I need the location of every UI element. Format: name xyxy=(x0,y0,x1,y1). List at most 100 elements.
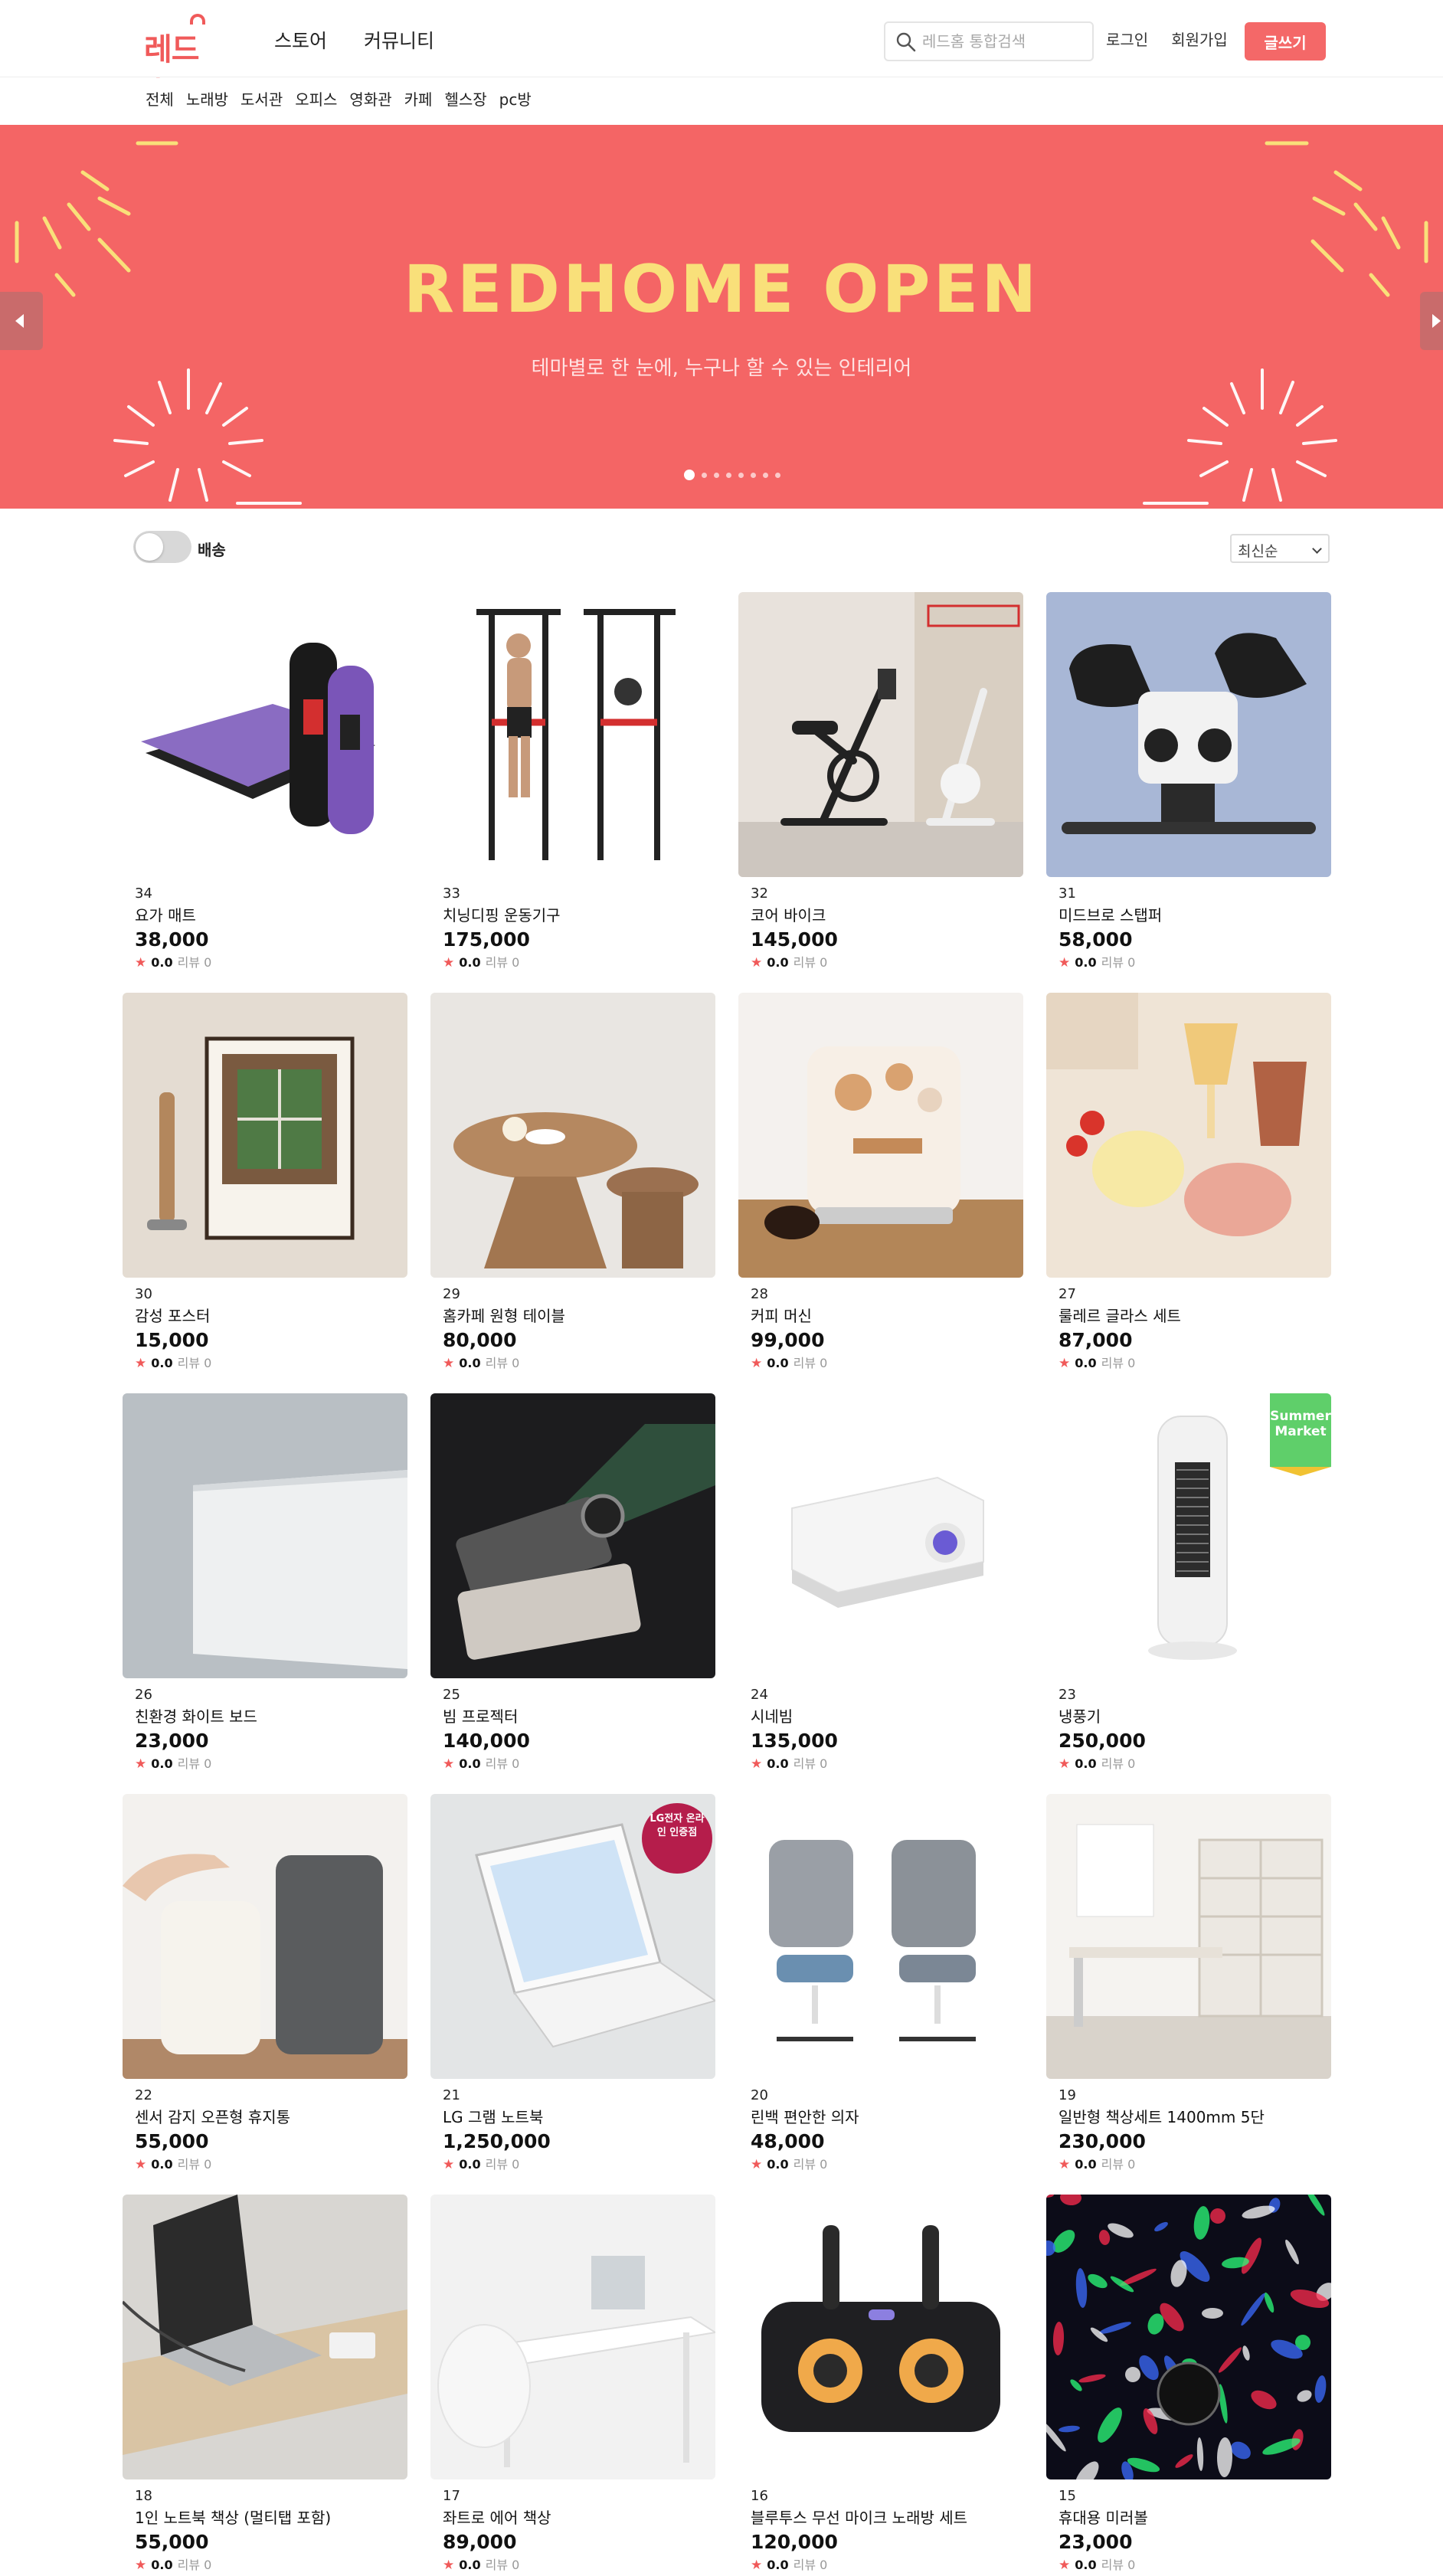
product-name[interactable]: 커피 머신 xyxy=(751,1304,1019,1327)
category-office[interactable]: 오피스 xyxy=(295,87,337,110)
product-name[interactable]: 시네빔 xyxy=(751,1705,1019,1728)
product-image-air-cooler[interactable]: Summer Market xyxy=(1046,1393,1331,1678)
product-card[interactable]: LG전자 온라인 인증점 21 LG 그램 노트북 1,250,000 ★ 0.… xyxy=(430,1794,715,2172)
product-card[interactable]: 16 블루투스 무선 마이크 노래방 세트 120,000 ★ 0.0 리뷰 0 xyxy=(738,2195,1023,2573)
product-name[interactable]: 치닝디핑 운동기구 xyxy=(443,904,711,927)
banner-dot[interactable] xyxy=(684,470,695,480)
coffee-machine-icon xyxy=(738,993,1023,1278)
banner-dot[interactable] xyxy=(751,472,756,478)
category-cinema[interactable]: 영화관 xyxy=(349,87,391,110)
product-name[interactable]: 룰레르 글라스 세트 xyxy=(1059,1304,1327,1327)
product-meta: 21 LG 그램 노트북 1,250,000 ★ 0.0 리뷰 0 xyxy=(443,2086,711,2175)
hero-banner[interactable]: REDHOME OPEN 테마별로 한 눈에, 누구나 할 수 있는 인테리어 xyxy=(0,125,1443,509)
product-name[interactable]: 친환경 화이트 보드 xyxy=(135,1705,403,1728)
banner-dot[interactable] xyxy=(714,472,719,478)
product-image-cinebeam[interactable] xyxy=(738,1393,1023,1678)
product-name[interactable]: 냉풍기 xyxy=(1059,1705,1327,1728)
product-name[interactable]: 1인 노트북 책상 (멀티탭 포함) xyxy=(135,2506,403,2529)
product-image-poster[interactable] xyxy=(123,993,407,1278)
product-card[interactable]: 19 일반형 책상세트 1400mm 5단 230,000 ★ 0.0 리뷰 0 xyxy=(1046,1794,1331,2172)
banner-dot[interactable] xyxy=(763,472,768,478)
product-image-glass-set[interactable] xyxy=(1046,993,1331,1278)
category-pc-room[interactable]: pc방 xyxy=(499,87,532,110)
product-name[interactable]: 블루투스 무선 마이크 노래방 세트 xyxy=(751,2506,1019,2529)
banner-prev-button[interactable] xyxy=(0,292,43,350)
product-image-round-table[interactable] xyxy=(430,993,715,1278)
product-card[interactable]: 18 1인 노트북 책상 (멀티탭 포함) 55,000 ★ 0.0 리뷰 0 xyxy=(123,2195,407,2573)
product-card[interactable]: 17 좌트로 에어 책상 89,000 ★ 0.0 리뷰 0 xyxy=(430,2195,715,2573)
product-image-air-desk[interactable] xyxy=(430,2195,715,2479)
product-card[interactable]: Summer Market 23 냉풍기 250,000 ★ 0.0 리뷰 0 xyxy=(1046,1393,1331,1772)
review-count: 리뷰 0 xyxy=(177,1756,212,1771)
search-box[interactable] xyxy=(884,21,1094,61)
product-image-karaoke-speaker[interactable] xyxy=(738,2195,1023,2479)
category-cafe[interactable]: 카페 xyxy=(404,87,433,110)
product-image-sensor-bin[interactable] xyxy=(123,1794,407,2079)
product-name[interactable]: 코어 바이크 xyxy=(751,904,1019,927)
banner-dot[interactable] xyxy=(726,472,731,478)
product-card[interactable]: 26 친환경 화이트 보드 23,000 ★ 0.0 리뷰 0 xyxy=(123,1393,407,1772)
login-link[interactable]: 로그인 xyxy=(1106,28,1148,50)
product-card[interactable]: 15 휴대용 미러볼 23,000 ★ 0.0 리뷰 0 xyxy=(1046,2195,1331,2573)
product-name[interactable]: 린백 편안한 의자 xyxy=(751,2106,1019,2129)
product-name[interactable]: 휴대용 미러볼 xyxy=(1059,2506,1327,2529)
category-all[interactable]: 전체 xyxy=(146,87,174,110)
delivery-toggle[interactable] xyxy=(133,531,191,563)
star-icon: ★ xyxy=(1059,2558,1071,2573)
banner-dot[interactable] xyxy=(702,472,707,478)
product-name[interactable]: LG 그램 노트북 xyxy=(443,2106,711,2129)
nav-store[interactable]: 스토어 xyxy=(274,26,327,54)
banner-dot[interactable] xyxy=(738,472,744,478)
product-image-desk-set[interactable] xyxy=(1046,1794,1331,2079)
category-gym[interactable]: 헬스장 xyxy=(444,87,486,110)
product-image-yoga-mat[interactable] xyxy=(123,592,407,877)
product-name[interactable]: 감성 포스터 xyxy=(135,1304,403,1327)
rating-score: 0.0 xyxy=(1075,2558,1097,2572)
category-library[interactable]: 도서관 xyxy=(240,87,283,110)
nav-community[interactable]: 커뮤니티 xyxy=(364,26,434,54)
product-image-coffee-machine[interactable] xyxy=(738,993,1023,1278)
product-name[interactable]: 홈카페 원형 테이블 xyxy=(443,1304,711,1327)
product-image-stepper[interactable] xyxy=(1046,592,1331,877)
rating-score: 0.0 xyxy=(1075,2157,1097,2172)
product-rating: ★ 0.0 리뷰 0 xyxy=(443,1754,711,1774)
product-image-office-chair[interactable] xyxy=(738,1794,1023,2079)
product-name[interactable]: 일반형 책상세트 1400mm 5단 xyxy=(1059,2106,1327,2129)
signup-link[interactable]: 회원가입 xyxy=(1171,28,1228,50)
product-image-beam-projector[interactable] xyxy=(430,1393,715,1678)
product-name[interactable]: 요가 매트 xyxy=(135,904,403,927)
product-card[interactable]: 25 빔 프로젝터 140,000 ★ 0.0 리뷰 0 xyxy=(430,1393,715,1772)
product-card[interactable]: 28 커피 머신 99,000 ★ 0.0 리뷰 0 xyxy=(738,993,1023,1371)
product-image-exercise-bike[interactable] xyxy=(738,592,1023,877)
product-name[interactable]: 빔 프로젝터 xyxy=(443,1705,711,1728)
banner-dot[interactable] xyxy=(775,472,780,478)
rating-score: 0.0 xyxy=(151,1356,173,1370)
logo[interactable]: 레드홈 xyxy=(144,12,221,112)
product-card[interactable]: 32 코어 바이크 145,000 ★ 0.0 리뷰 0 xyxy=(738,592,1023,971)
product-card[interactable]: 22 센서 감지 오픈형 휴지통 55,000 ★ 0.0 리뷰 0 xyxy=(123,1794,407,2172)
product-card[interactable]: 31 미드브로 스탭퍼 58,000 ★ 0.0 리뷰 0 xyxy=(1046,592,1331,971)
product-id: 25 xyxy=(443,1687,460,1703)
product-card[interactable]: 30 감성 포스터 15,000 ★ 0.0 리뷰 0 xyxy=(123,993,407,1371)
category-karaoke[interactable]: 노래방 xyxy=(186,87,228,110)
product-card[interactable]: 24 시네빔 135,000 ★ 0.0 리뷰 0 xyxy=(738,1393,1023,1772)
product-rating: ★ 0.0 리뷰 0 xyxy=(135,2155,403,2175)
sort-select[interactable]: 최신순 xyxy=(1230,534,1330,563)
product-image-mirror-ball[interactable] xyxy=(1046,2195,1331,2479)
product-card[interactable]: 20 린백 편안한 의자 48,000 ★ 0.0 리뷰 0 xyxy=(738,1794,1023,2172)
product-image-laptop[interactable]: LG전자 온라인 인증점 xyxy=(430,1794,715,2079)
product-card[interactable]: 29 홈카페 원형 테이블 80,000 ★ 0.0 리뷰 0 xyxy=(430,993,715,1371)
product-image-laptop-desk[interactable] xyxy=(123,2195,407,2479)
product-image-whiteboard[interactable] xyxy=(123,1393,407,1678)
review-count: 리뷰 0 xyxy=(177,1356,212,1370)
search-input[interactable] xyxy=(922,28,1088,55)
product-card[interactable]: 27 룰레르 글라스 세트 87,000 ★ 0.0 리뷰 0 xyxy=(1046,993,1331,1371)
product-image-pull-up-tower[interactable] xyxy=(430,592,715,877)
product-card[interactable]: 33 치닝디핑 운동기구 175,000 ★ 0.0 리뷰 0 xyxy=(430,592,715,971)
product-card[interactable]: 34 요가 매트 38,000 ★ 0.0 리뷰 0 xyxy=(123,592,407,971)
banner-next-button[interactable] xyxy=(1420,292,1443,350)
product-name[interactable]: 센서 감지 오픈형 휴지통 xyxy=(135,2106,403,2129)
product-name[interactable]: 좌트로 에어 책상 xyxy=(443,2506,711,2529)
product-name[interactable]: 미드브로 스탭퍼 xyxy=(1059,904,1327,927)
write-button[interactable]: 글쓰기 xyxy=(1245,22,1326,61)
